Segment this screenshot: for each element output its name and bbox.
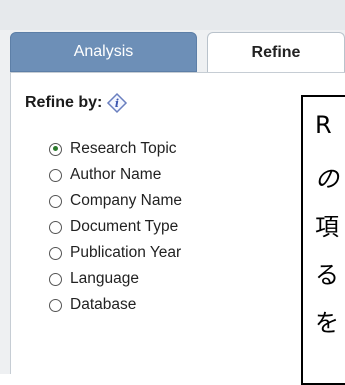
tab-analysis-label: Analysis: [73, 43, 134, 60]
svg-text:i: i: [115, 97, 119, 110]
help-tooltip: R の 項 る を: [301, 95, 345, 385]
tooltip-line: の: [315, 165, 339, 193]
radio-company-name[interactable]: [49, 194, 62, 208]
help-diamond-icon[interactable]: i: [106, 92, 128, 114]
refine-by-heading: Refine by: i: [25, 92, 128, 114]
radio-language[interactable]: [49, 272, 62, 286]
tooltip-line: を: [315, 309, 339, 337]
option-label: Company Name: [70, 192, 182, 209]
radio-author-name[interactable]: [49, 168, 62, 182]
top-strip: [0, 0, 345, 30]
option-language[interactable]: Language: [49, 266, 182, 292]
option-database[interactable]: Database: [49, 292, 182, 318]
option-label: Database: [70, 296, 137, 313]
option-author-name[interactable]: Author Name: [49, 162, 182, 188]
option-label: Document Type: [70, 218, 179, 235]
radio-database[interactable]: [49, 298, 62, 312]
radio-publication-year[interactable]: [49, 246, 62, 260]
tooltip-line: 項: [315, 213, 339, 241]
tooltip-line: R: [315, 111, 332, 139]
option-label: Research Topic: [70, 140, 177, 157]
refine-panel: Analysis Refine Refine by: i Research To…: [0, 0, 345, 385]
option-label: Publication Year: [70, 244, 182, 261]
tab-refine[interactable]: Refine: [207, 32, 345, 73]
tooltip-line: る: [315, 261, 339, 289]
radio-research-topic[interactable]: [49, 142, 62, 156]
option-label: Author Name: [70, 166, 162, 183]
option-label: Language: [70, 270, 139, 287]
tab-refine-label: Refine: [251, 44, 301, 61]
radio-document-type[interactable]: [49, 220, 62, 234]
option-company-name[interactable]: Company Name: [49, 188, 182, 214]
option-document-type[interactable]: Document Type: [49, 214, 182, 240]
refine-options: Research Topic Author Name Company Name …: [49, 136, 182, 318]
option-research-topic[interactable]: Research Topic: [49, 136, 182, 162]
refine-by-label: Refine by:: [25, 94, 103, 111]
tab-analysis[interactable]: Analysis: [10, 32, 197, 72]
option-publication-year[interactable]: Publication Year: [49, 240, 182, 266]
